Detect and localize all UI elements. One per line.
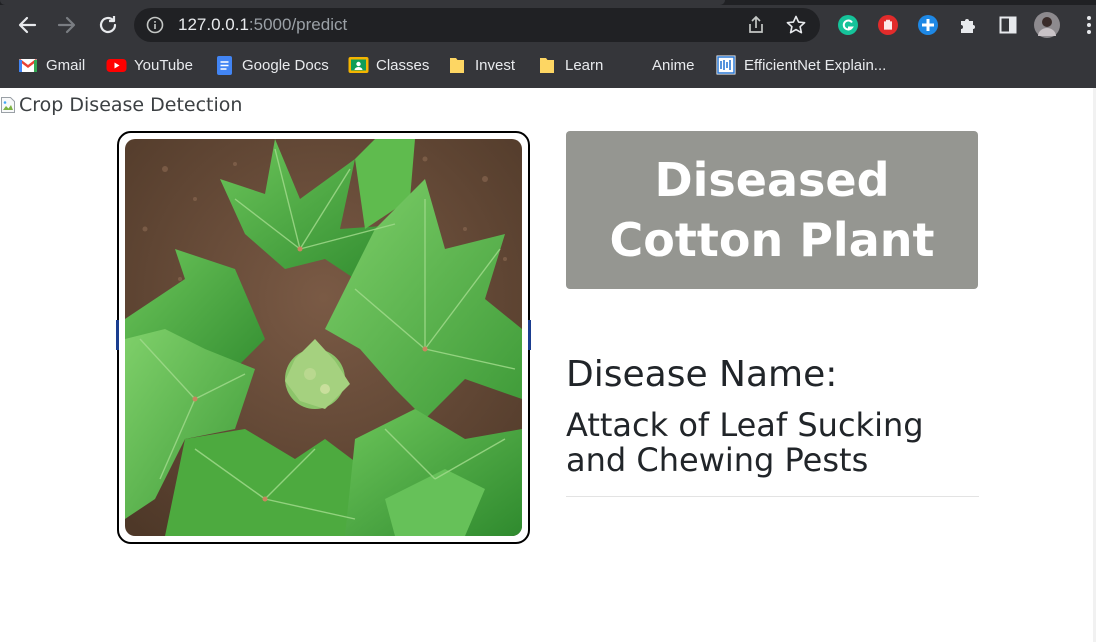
broken-image-icon: [0, 95, 16, 115]
classroom-icon: [348, 55, 369, 75]
prediction-result-title: Diseased Cotton Plant: [609, 153, 935, 267]
reload-icon[interactable]: [95, 12, 121, 38]
forward-icon[interactable]: [54, 12, 80, 38]
bookmark-classes[interactable]: Classes: [348, 54, 429, 76]
bookmark-google-docs[interactable]: Google Docs: [214, 54, 329, 76]
bookmark-label: Learn: [565, 56, 604, 74]
youtube-icon: [106, 55, 127, 75]
docs-icon: [214, 55, 234, 75]
bookmark-anime[interactable]: Anime: [624, 54, 695, 76]
bookmarks-bar: Gmail YouTube Google Docs Classes Invest…: [0, 50, 1096, 80]
bookmark-label: Anime: [652, 56, 695, 74]
url-host: 127.0.0.1: [178, 15, 249, 34]
disease-name-label: Disease Name:: [566, 354, 838, 395]
header-logo-image: Crop Disease Detection: [0, 94, 242, 116]
bookmark-learn[interactable]: Learn: [537, 54, 603, 76]
tab-strip: [0, 0, 1096, 5]
profile-avatar-icon[interactable]: [1034, 12, 1060, 38]
cotton-plant-photo: [125, 139, 522, 536]
folder-icon: [447, 55, 467, 75]
extension-cross-icon[interactable]: [915, 12, 941, 38]
uploaded-plant-image-frame: [116, 131, 531, 544]
gmail-icon: [18, 55, 38, 75]
bookmark-invest[interactable]: Invest: [447, 54, 515, 76]
url-path: :5000/predict: [248, 15, 348, 34]
grammarly-icon[interactable]: [835, 12, 861, 38]
back-icon[interactable]: [14, 12, 40, 38]
bookmark-label: Google Docs: [242, 56, 329, 74]
header-image-alt-text: Crop Disease Detection: [19, 94, 243, 116]
prediction-result-box: Diseased Cotton Plant: [566, 131, 978, 289]
disease-name-value: Attack of Leaf Sucking and Chewing Pests: [566, 406, 924, 479]
url-text[interactable]: 127.0.0.1:5000/predict: [178, 15, 347, 35]
browser-chrome: 127.0.0.1:5000/predict Gmail YouTube Goo…: [0, 0, 1096, 88]
efficientnet-icon: [716, 55, 736, 75]
page-content: Crop Disease Detection Diseased Cotton P…: [0, 88, 1096, 642]
side-panel-icon[interactable]: [995, 12, 1021, 38]
share-icon[interactable]: [746, 15, 766, 39]
bookmark-label: Gmail: [46, 56, 86, 74]
browser-menu-icon[interactable]: [1076, 12, 1096, 38]
bookmark-youtube[interactable]: YouTube: [106, 54, 193, 76]
blank-icon: [624, 55, 644, 75]
bookmark-star-icon[interactable]: [785, 14, 807, 40]
frame-accent-right: [528, 320, 531, 350]
extensions-puzzle-icon[interactable]: [955, 12, 981, 38]
bookmark-efficientnet[interactable]: EfficientNet Explain...: [716, 54, 886, 76]
bookmark-label: Classes: [376, 56, 430, 74]
site-info-icon[interactable]: [146, 16, 164, 34]
active-tab[interactable]: [0, 0, 725, 5]
address-bar[interactable]: 127.0.0.1:5000/predict: [134, 8, 820, 42]
bookmark-label: EfficientNet Explain...: [744, 56, 887, 74]
adblock-hand-icon[interactable]: [875, 12, 901, 38]
section-divider: [566, 496, 979, 497]
frame-accent-left: [116, 320, 119, 350]
folder-icon: [537, 55, 557, 75]
bookmark-gmail[interactable]: Gmail: [18, 54, 85, 76]
bookmark-label: Invest: [475, 56, 516, 74]
bookmark-label: YouTube: [134, 56, 193, 74]
